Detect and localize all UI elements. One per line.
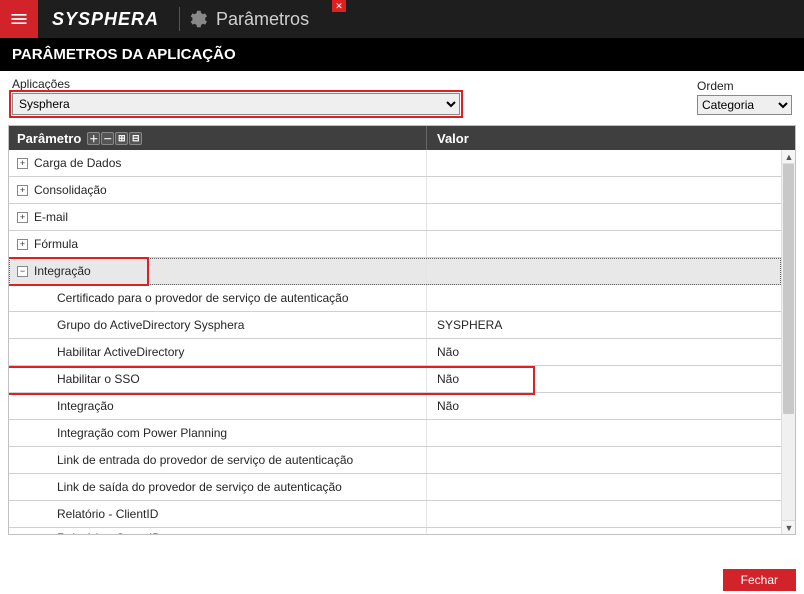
table-row[interactable]: Integração com Power Planning bbox=[9, 420, 781, 447]
table-row[interactable]: Link de saída do provedor de serviço de … bbox=[9, 474, 781, 501]
expand-icon[interactable]: + bbox=[17, 185, 28, 196]
app-select[interactable]: Sysphera bbox=[12, 93, 460, 115]
group-label: Carga de Dados bbox=[34, 156, 121, 170]
scroll-down-icon[interactable]: ▼ bbox=[782, 520, 796, 534]
scroll-thumb[interactable] bbox=[783, 164, 794, 414]
toolbar-remove-icon[interactable]: － bbox=[101, 132, 114, 145]
col-param-label: Parâmetro bbox=[17, 131, 81, 146]
param-label: Habilitar o SSO bbox=[57, 372, 140, 386]
group-label: Consolidação bbox=[34, 183, 107, 197]
parameter-grid: Parâmetro ＋ － ⊞ ⊟ Valor + Carga de Dados … bbox=[8, 125, 796, 535]
ordem-label: Ordem bbox=[697, 79, 792, 93]
ordem-select[interactable]: Categoria bbox=[697, 95, 792, 115]
table-row[interactable]: Relatório - ClientID bbox=[9, 501, 781, 528]
col-header-valor: Valor bbox=[427, 131, 795, 146]
filter-bar: Aplicações Sysphera Ordem Categoria bbox=[0, 71, 804, 125]
grid-header: Parâmetro ＋ － ⊞ ⊟ Valor bbox=[9, 126, 795, 150]
table-row[interactable]: Certificado para o provedor de serviço d… bbox=[9, 285, 781, 312]
app-label: Aplicações bbox=[12, 77, 460, 91]
expand-icon[interactable]: + bbox=[17, 212, 28, 223]
menu-hamburger-button[interactable] bbox=[0, 0, 38, 38]
table-row[interactable]: + Carga de Dados bbox=[9, 150, 781, 177]
param-label: Integração bbox=[57, 399, 114, 413]
vertical-separator bbox=[179, 7, 180, 31]
table-row[interactable]: Relatório - GroupID bbox=[9, 528, 781, 534]
param-value: SYSPHERA bbox=[427, 318, 781, 332]
group-label: E-mail bbox=[34, 210, 68, 224]
group-label: Integração bbox=[34, 264, 91, 278]
grid-body: + Carga de Dados + Consolidação + E-mail + F… bbox=[9, 150, 781, 534]
table-row-sso[interactable]: Habilitar o SSO Não bbox=[9, 366, 781, 393]
filter-app: Aplicações Sysphera bbox=[12, 77, 460, 115]
toolbar-expand-icon[interactable]: ⊞ bbox=[115, 132, 128, 145]
toolbar-add-icon[interactable]: ＋ bbox=[87, 132, 100, 145]
collapse-icon[interactable]: − bbox=[17, 266, 28, 277]
col-header-param: Parâmetro ＋ － ⊞ ⊟ bbox=[9, 126, 427, 150]
table-row[interactable]: + Fórmula bbox=[9, 231, 781, 258]
param-value: Não bbox=[427, 345, 781, 359]
table-row-integration[interactable]: −Integração bbox=[9, 258, 781, 285]
app-bar: SYSPHERA Parâmetros ✕ bbox=[0, 0, 804, 38]
param-label: Habilitar ActiveDirectory bbox=[57, 345, 184, 359]
param-value: Não bbox=[427, 399, 781, 413]
table-row[interactable]: Integração Não bbox=[9, 393, 781, 420]
param-label: Relatório - GroupID bbox=[57, 531, 161, 535]
page-title: Parâmetros bbox=[216, 9, 309, 30]
table-row[interactable]: + Consolidação bbox=[9, 177, 781, 204]
toolbar-collapse-icon[interactable]: ⊟ bbox=[129, 132, 142, 145]
close-icon[interactable]: ✕ bbox=[332, 0, 346, 12]
param-value: Não bbox=[427, 372, 781, 386]
expand-icon[interactable]: + bbox=[17, 158, 28, 169]
gear-icon bbox=[186, 8, 208, 30]
param-label: Relatório - ClientID bbox=[57, 507, 158, 521]
section-heading: PARÂMETROS DA APLICAÇÃO bbox=[0, 38, 804, 71]
group-label: Fórmula bbox=[34, 237, 78, 251]
brand-logo: SYSPHERA bbox=[38, 9, 173, 30]
param-label: Grupo do ActiveDirectory Sysphera bbox=[57, 318, 244, 332]
close-button[interactable]: Fechar bbox=[723, 569, 796, 591]
filter-ordem: Ordem Categoria bbox=[697, 79, 792, 115]
table-row[interactable]: Grupo do ActiveDirectory Sysphera SYSPHE… bbox=[9, 312, 781, 339]
table-row[interactable]: Link de entrada do provedor de serviço d… bbox=[9, 447, 781, 474]
param-label: Integração com Power Planning bbox=[57, 426, 227, 440]
table-row[interactable]: Habilitar ActiveDirectory Não bbox=[9, 339, 781, 366]
hamburger-icon bbox=[9, 9, 29, 29]
expand-icon[interactable]: + bbox=[17, 239, 28, 250]
footer: Fechar bbox=[723, 569, 796, 591]
param-label: Link de entrada do provedor de serviço d… bbox=[57, 453, 353, 467]
vertical-scrollbar[interactable]: ▲ ▼ bbox=[781, 150, 795, 534]
param-label: Link de saída do provedor de serviço de … bbox=[57, 480, 342, 494]
scroll-up-icon[interactable]: ▲ bbox=[782, 150, 796, 164]
param-label: Certificado para o provedor de serviço d… bbox=[57, 291, 349, 305]
table-row[interactable]: + E-mail bbox=[9, 204, 781, 231]
